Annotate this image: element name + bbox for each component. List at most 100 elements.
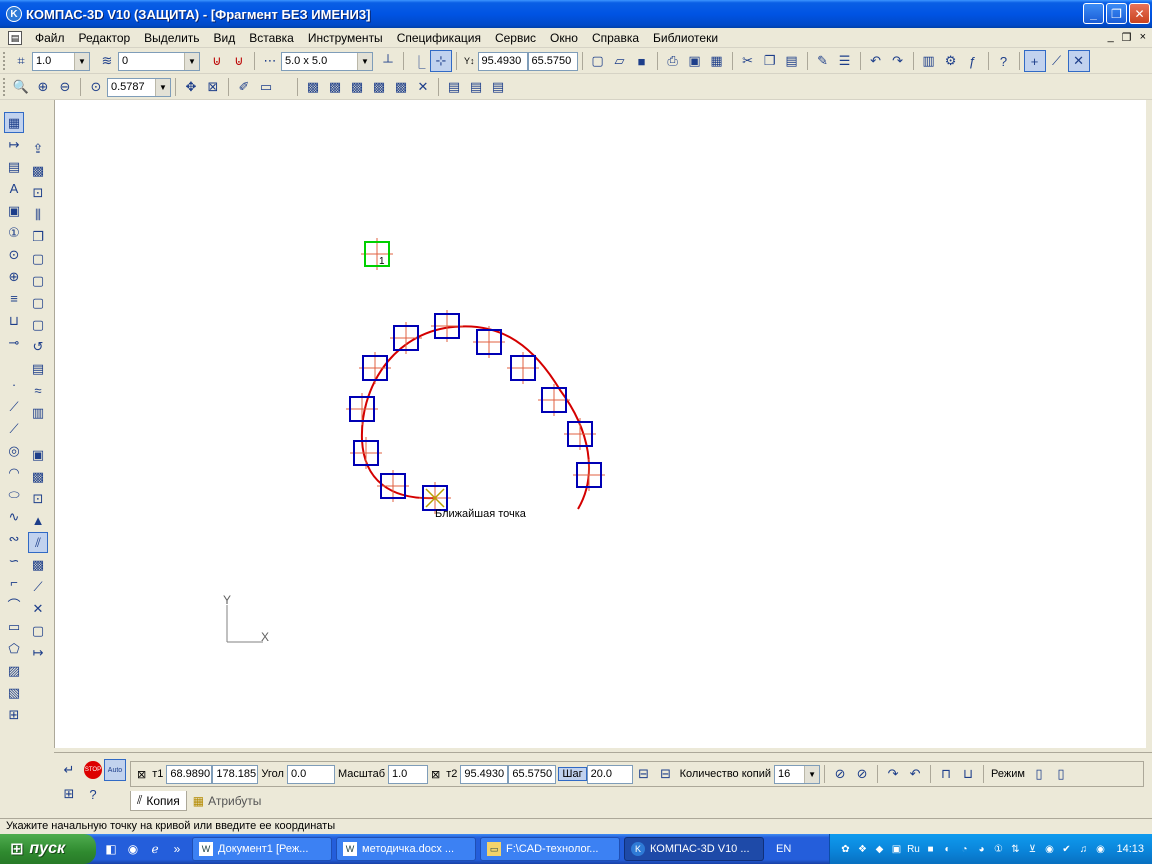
- tray-icon-10[interactable]: ◉: [1042, 842, 1056, 856]
- quick-launch-icon-1[interactable]: ◧: [102, 840, 120, 858]
- tray-icon-4[interactable]: ▣: [889, 842, 903, 856]
- task-word-doc1[interactable]: W Документ1 [Реж...: [192, 837, 332, 861]
- spec-panel-icon[interactable]: ≡: [4, 288, 24, 309]
- parametrization-panel-icon[interactable]: ▣: [4, 200, 24, 221]
- menu-view[interactable]: Вид: [207, 31, 243, 45]
- line-scale-select[interactable]: 1.0 ▼: [32, 51, 90, 71]
- library-8-icon[interactable]: ▤: [487, 76, 509, 98]
- local-snap-icon[interactable]: ⊍: [228, 50, 250, 72]
- direction-forward-icon[interactable]: ↷: [882, 763, 904, 785]
- tray-volume-icon[interactable]: ♫: [1076, 842, 1090, 856]
- zoom-select[interactable]: 0.5787 ▼: [107, 77, 171, 97]
- offset-icon[interactable]: ▢: [28, 620, 48, 641]
- mdi-minimize-button[interactable]: _: [1108, 31, 1114, 44]
- save-icon[interactable]: ■: [631, 50, 653, 72]
- tray-icon-12[interactable]: ◉: [1093, 842, 1107, 856]
- circle-icon[interactable]: ◎: [4, 440, 24, 461]
- properties-brush-icon[interactable]: ✎: [812, 50, 834, 72]
- nurbs-icon[interactable]: ∾: [4, 528, 24, 549]
- break-icon[interactable]: ▢: [28, 292, 48, 313]
- copy-objects-icon[interactable]: ❐: [28, 226, 48, 247]
- tray-icon-6[interactable]: ◐: [940, 842, 954, 856]
- restore-button[interactable]: ❐: [1106, 3, 1127, 24]
- language-indicator[interactable]: EN: [768, 843, 799, 855]
- object-properties-icon[interactable]: ☰: [834, 50, 856, 72]
- toolbar-grip[interactable]: [3, 52, 7, 70]
- ortho-icon[interactable]: ⎿: [408, 50, 430, 72]
- text-copy-icon[interactable]: ▤: [28, 358, 48, 379]
- menu-editor[interactable]: Редактор: [72, 31, 138, 45]
- zoom-window-icon[interactable]: 🔍: [10, 76, 32, 98]
- drawing-area[interactable]: 1 Y X Ближайшая точка: [54, 100, 1146, 748]
- join-icon[interactable]: ↦: [28, 642, 48, 663]
- library-2-icon[interactable]: ▩: [324, 76, 346, 98]
- rectangle-icon[interactable]: ▭: [4, 616, 24, 637]
- display-icon[interactable]: ▭: [255, 76, 277, 98]
- context-help-icon[interactable]: ?: [993, 50, 1015, 72]
- copy-circle-icon[interactable]: ▩: [28, 466, 48, 487]
- segment-icon[interactable]: ⟋: [4, 418, 24, 439]
- pan-icon[interactable]: ✥: [180, 76, 202, 98]
- macro-icon[interactable]: ⊞: [4, 704, 24, 725]
- library-4-icon[interactable]: ▩: [368, 76, 390, 98]
- tray-icon-3[interactable]: ◆: [872, 842, 886, 856]
- library-manager-icon[interactable]: ⚙: [940, 50, 962, 72]
- aux-line-icon[interactable]: ⟋: [4, 396, 24, 417]
- ellipse-icon[interactable]: ⬭: [4, 484, 24, 505]
- print-icon[interactable]: ⎙: [662, 50, 684, 72]
- deform-icon[interactable]: ▢: [28, 248, 48, 269]
- manager-icon[interactable]: ▥: [918, 50, 940, 72]
- undo-icon[interactable]: ↶: [865, 50, 887, 72]
- paste-icon[interactable]: ▤: [781, 50, 803, 72]
- step-mode-icon[interactable]: ⊟: [633, 763, 655, 785]
- zoom-scale-icon[interactable]: ⊙: [85, 76, 107, 98]
- contour-icon[interactable]: ▧: [4, 682, 24, 703]
- start-button[interactable]: ⊞ пуск: [0, 834, 96, 864]
- copy-concentric-icon[interactable]: ▩: [28, 554, 48, 575]
- copy-grid-icon[interactable]: ⊡: [28, 488, 48, 509]
- tray-icon-11[interactable]: ✔: [1059, 842, 1073, 856]
- tab-attributes[interactable]: ▦ Атрибуты: [187, 791, 268, 811]
- arc-icon[interactable]: ◠: [4, 462, 24, 483]
- open-icon[interactable]: ▱: [609, 50, 631, 72]
- menu-insert[interactable]: Вставка: [242, 31, 301, 45]
- task-word-manual[interactable]: W методичка.docx ...: [336, 837, 476, 861]
- spline-icon[interactable]: ∿: [4, 506, 24, 527]
- bezier-icon[interactable]: ∽: [4, 550, 24, 571]
- close-button[interactable]: ✕: [1129, 3, 1150, 24]
- trim-icon[interactable]: ▢: [28, 270, 48, 291]
- snap-line-icon[interactable]: ⟋: [1046, 50, 1068, 72]
- zoom-in-icon[interactable]: ⊕: [32, 76, 54, 98]
- create-object-icon[interactable]: ↵: [58, 759, 80, 781]
- ie-icon[interactable]: ℯ: [146, 840, 164, 858]
- delete-original-icon[interactable]: ⊔: [957, 763, 979, 785]
- library-tools-icon[interactable]: ✕: [412, 76, 434, 98]
- wave-icon[interactable]: ≈: [28, 380, 48, 401]
- tray-icon-9[interactable]: ①: [991, 842, 1005, 856]
- polygon-icon[interactable]: ⬠: [4, 638, 24, 659]
- menu-select[interactable]: Выделить: [137, 31, 206, 45]
- print-layout-icon[interactable]: ▦: [706, 50, 728, 72]
- layer-select[interactable]: 0 ▼: [118, 51, 200, 71]
- layers-icon[interactable]: ≋: [96, 50, 118, 72]
- menu-file[interactable]: Файл: [28, 31, 72, 45]
- zoom-all-icon[interactable]: ⊠: [202, 76, 224, 98]
- symmetry-icon[interactable]: ⫼: [28, 204, 48, 225]
- tray-icon-1[interactable]: ✿: [838, 842, 852, 856]
- local-cs-icon[interactable]: ┴: [377, 50, 399, 72]
- editing-panel-icon[interactable]: A: [4, 178, 24, 199]
- mode-2-icon[interactable]: ▯: [1050, 763, 1072, 785]
- help-icon[interactable]: ?: [82, 783, 104, 805]
- keep-original-icon[interactable]: ⊓: [935, 763, 957, 785]
- new-document-icon[interactable]: ▢: [587, 50, 609, 72]
- measure-panel-icon[interactable]: ①: [4, 222, 24, 243]
- tray-icon-7[interactable]: ◔: [957, 842, 971, 856]
- step-label[interactable]: Шаг: [558, 767, 587, 781]
- task-explorer-folder[interactable]: ▭ F:\CAD-технолог...: [480, 837, 620, 861]
- insert-panel-icon[interactable]: ⊸: [4, 332, 24, 353]
- point-icon[interactable]: ·: [4, 374, 24, 395]
- menu-specification[interactable]: Спецификация: [390, 31, 488, 45]
- rotate-orientation-icon[interactable]: ⊘: [851, 763, 873, 785]
- menu-help[interactable]: Справка: [585, 31, 646, 45]
- refresh-icon[interactable]: ✐: [233, 76, 255, 98]
